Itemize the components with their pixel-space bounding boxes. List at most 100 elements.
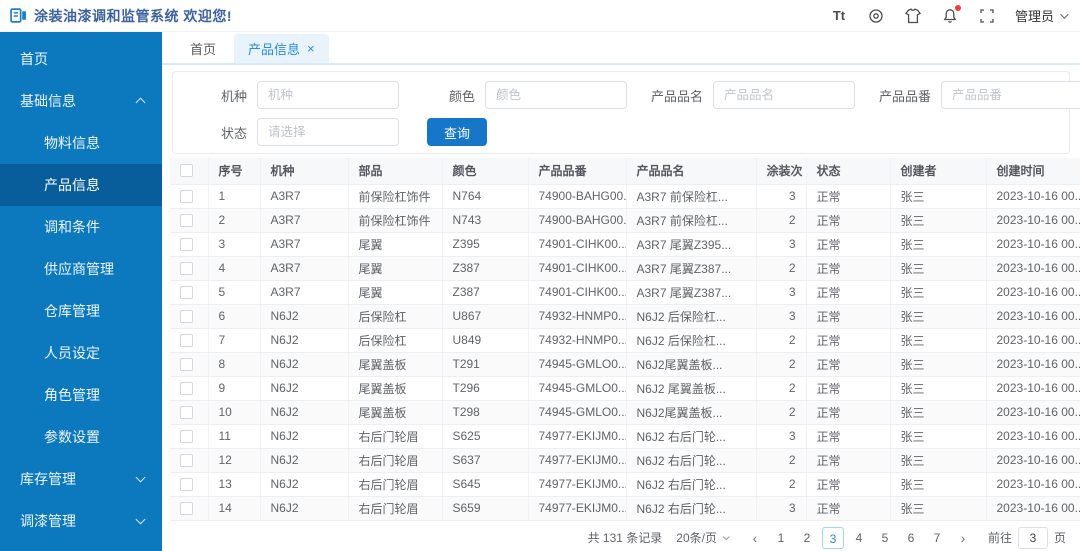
- sidebar-item-warehouse-mgmt[interactable]: 仓库管理: [0, 290, 162, 332]
- cell-created-at: 2023-10-16 00...: [986, 400, 1080, 425]
- sidebar-item-base-info[interactable]: 基础信息: [0, 80, 162, 122]
- cell-model: A3R7: [260, 256, 349, 281]
- page-button-1[interactable]: 1: [770, 527, 792, 549]
- product-name-input[interactable]: [713, 81, 855, 109]
- cell-model: N6J2: [260, 304, 349, 329]
- row-checkbox[interactable]: [180, 189, 193, 203]
- goto-unit: 页: [1053, 531, 1066, 545]
- cell-created-at: 2023-10-16 00...: [986, 424, 1080, 449]
- cell-part: 尾翼: [348, 280, 443, 305]
- cell-coat-count: 2: [756, 352, 807, 377]
- row-checkbox[interactable]: [180, 453, 193, 467]
- cell-status: 正常: [806, 304, 891, 329]
- row-checkbox[interactable]: [180, 405, 193, 419]
- cell-coat-count: 2: [756, 448, 807, 473]
- sidebar-item-personnel-setting[interactable]: 人员设定: [0, 332, 162, 374]
- sidebar-item-home[interactable]: 首页: [0, 38, 162, 80]
- row-checkbox[interactable]: [180, 333, 193, 347]
- select-all-header: [170, 158, 209, 185]
- cell-model: A3R7: [260, 184, 349, 209]
- status-select[interactable]: [257, 118, 399, 146]
- row-select-cell: [170, 424, 209, 449]
- cell-index: 3: [208, 232, 261, 257]
- cell-status: 正常: [806, 352, 891, 377]
- sidebar-item-material-info[interactable]: 物料信息: [0, 122, 162, 164]
- status-label: 状态: [220, 125, 247, 141]
- row-checkbox[interactable]: [180, 477, 193, 491]
- select-all-checkbox[interactable]: [180, 164, 193, 178]
- page-button-7[interactable]: 7: [926, 527, 948, 549]
- user-menu[interactable]: 管理员: [1015, 6, 1069, 25]
- tab-product-info[interactable]: 产品信息 ×: [234, 34, 329, 63]
- sidebar-item-role-mgmt[interactable]: 角色管理: [0, 374, 162, 416]
- cell-status: 正常: [806, 208, 891, 233]
- target-icon[interactable]: [867, 7, 885, 25]
- row-checkbox[interactable]: [180, 501, 193, 515]
- col-header-part: 部品: [348, 158, 443, 185]
- sidebar-item-product-info[interactable]: 产品信息: [0, 164, 162, 206]
- sidebar-item-supplier-mgmt[interactable]: 供应商管理: [0, 248, 162, 290]
- row-checkbox[interactable]: [180, 237, 193, 251]
- page-button-2[interactable]: 2: [796, 527, 818, 549]
- cell-product-no: 74945-GMLO0...: [528, 376, 627, 401]
- model-label: 机种: [220, 88, 247, 104]
- row-checkbox[interactable]: [180, 285, 193, 299]
- cell-coat-count: 3: [756, 304, 807, 329]
- cell-creator: 张三: [890, 256, 987, 281]
- notification-bell-icon[interactable]: [941, 4, 961, 25]
- col-header-model: 机种: [260, 158, 349, 185]
- sidebar-item-blend-condition[interactable]: 调和条件: [0, 206, 162, 248]
- row-checkbox[interactable]: [180, 381, 193, 395]
- cell-product-name: A3R7 前保险杠...: [626, 184, 757, 209]
- cell-model: A3R7: [260, 232, 349, 257]
- cell-creator: 张三: [890, 184, 987, 209]
- cell-creator: 张三: [890, 208, 987, 233]
- cell-created-at: 2023-10-16 00...: [986, 208, 1080, 233]
- table-row: 5 A3R7 尾翼 Z387 74901-CIHK00... A3R7 尾翼Z387...…: [170, 280, 1080, 305]
- tab-home[interactable]: 首页: [176, 34, 230, 63]
- tab-bar: 首页 产品信息 ×: [162, 32, 1080, 65]
- sidebar-item-paint-mix-mgmt[interactable]: 调漆管理: [0, 500, 162, 542]
- cell-product-name: N6J2 右后门轮...: [626, 424, 757, 449]
- cell-part: 前保险杠饰件: [348, 184, 443, 209]
- page-button-6[interactable]: 6: [900, 527, 922, 549]
- row-checkbox[interactable]: [180, 357, 193, 371]
- cell-part: 尾翼盖板: [348, 400, 443, 425]
- cell-created-at: 2023-10-16 00...: [986, 256, 1080, 281]
- cell-coat-count: 2: [756, 328, 807, 353]
- row-checkbox[interactable]: [180, 309, 193, 323]
- col-header-created-at: 创建时间: [986, 158, 1080, 185]
- row-checkbox[interactable]: [180, 261, 193, 275]
- font-size-icon[interactable]: Tt: [830, 7, 848, 25]
- sidebar-item-param-setting[interactable]: 参数设置: [0, 416, 162, 458]
- goto-label: 前往: [987, 531, 1012, 545]
- page-title: 涂装油漆调和监管系统 欢迎您!: [34, 7, 233, 24]
- color-input[interactable]: [485, 81, 627, 109]
- chevron-down-icon: [135, 472, 146, 483]
- page-button-4[interactable]: 4: [848, 527, 870, 549]
- fullscreen-icon[interactable]: [978, 7, 996, 25]
- cell-index: 6: [208, 304, 261, 329]
- cell-creator: 张三: [890, 352, 987, 377]
- col-header-product-no: 产品品番: [528, 158, 627, 185]
- product-no-input[interactable]: [941, 81, 1080, 109]
- cell-created-at: 2023-10-16 00...: [986, 184, 1080, 209]
- page-size-select[interactable]: 20条/页: [676, 529, 730, 546]
- goto-page-input[interactable]: [1017, 526, 1048, 549]
- cell-created-at: 2023-10-16 00...: [986, 472, 1080, 497]
- cell-creator: 张三: [890, 400, 987, 425]
- search-button[interactable]: 查询: [427, 118, 488, 146]
- prev-page-button[interactable]: ‹: [744, 530, 766, 546]
- cell-color: N743: [442, 208, 529, 233]
- row-checkbox[interactable]: [180, 429, 193, 443]
- model-input[interactable]: [257, 81, 399, 109]
- next-page-button[interactable]: ›: [952, 530, 974, 546]
- close-icon[interactable]: ×: [307, 42, 315, 55]
- sidebar-item-inventory-mgmt[interactable]: 库存管理: [0, 458, 162, 500]
- cell-product-no: 74977-EKIJM0...: [528, 448, 627, 473]
- cell-created-at: 2023-10-16 00...: [986, 304, 1080, 329]
- row-checkbox[interactable]: [180, 213, 193, 227]
- page-button-3[interactable]: 3: [821, 526, 844, 549]
- theme-shirt-icon[interactable]: [904, 7, 922, 25]
- page-button-5[interactable]: 5: [874, 527, 896, 549]
